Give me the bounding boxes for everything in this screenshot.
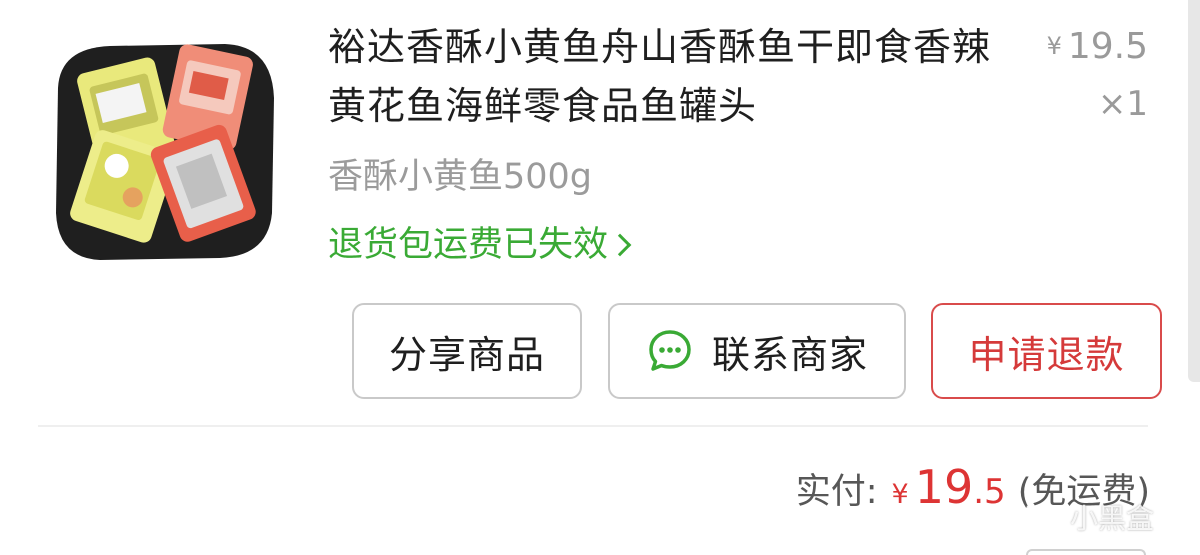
unit-price: ¥19.5 <box>1047 26 1148 67</box>
price-currency: ¥ <box>1046 32 1062 60</box>
request-refund-button[interactable]: 申请退款 <box>931 303 1162 399</box>
product-spec: 香酥小黄鱼500g <box>328 157 593 197</box>
heybox-logo-icon <box>1026 505 1060 529</box>
paid-amount-decimal: .5 <box>973 472 1006 512</box>
wechat-bubble-icon <box>646 327 694 375</box>
watermark-text: 小黑盒 <box>1069 502 1154 535</box>
product-image[interactable] <box>40 28 285 273</box>
next-card-edge <box>1026 549 1146 555</box>
return-shipping-link[interactable]: 退货包运费已失效 <box>328 220 632 270</box>
contact-seller-label: 联系商家 <box>711 332 868 377</box>
paid-currency: ¥ <box>891 479 909 510</box>
request-refund-label: 申请退款 <box>968 332 1125 377</box>
divider <box>38 425 1148 427</box>
price-value: 19.5 <box>1067 26 1148 67</box>
price-column: ¥19.5 ×1 <box>1047 26 1148 124</box>
chevron-right-icon <box>608 233 632 257</box>
product-title[interactable]: 裕达香酥小黄鱼舟山香酥鱼干即食香辣黄花鱼海鲜零食品鱼罐头 <box>328 18 1018 136</box>
share-product-button[interactable]: 分享商品 <box>352 303 582 399</box>
order-item-card: 裕达香酥小黄鱼舟山香酥鱼干即食香辣黄花鱼海鲜零食品鱼罐头 ¥19.5 ×1 香酥… <box>0 0 1188 555</box>
return-notice-label: 退货包运费已失效 <box>328 225 609 265</box>
quantity: ×1 <box>1097 84 1148 124</box>
paid-amount-integer: 19 <box>914 460 974 514</box>
watermark: 小黑盒 <box>1024 497 1154 537</box>
share-product-label: 分享商品 <box>388 332 545 377</box>
scrollbar[interactable] <box>1188 0 1200 382</box>
paid-label: 实付: <box>795 472 878 512</box>
contact-seller-button[interactable]: 联系商家 <box>608 303 906 399</box>
